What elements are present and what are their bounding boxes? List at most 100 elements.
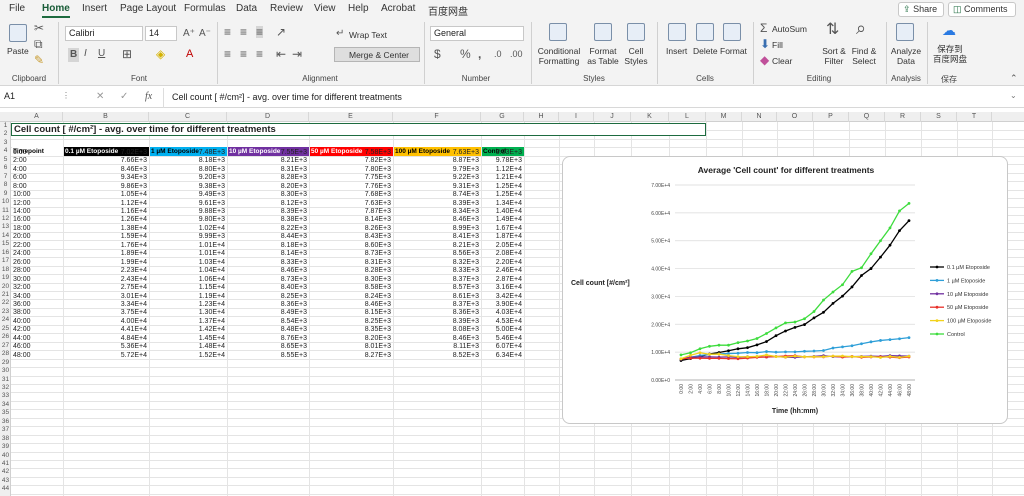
row-header[interactable]: 6: [0, 164, 11, 172]
comments-button[interactable]: ◫ Comments: [948, 2, 1016, 17]
row-header[interactable]: 37: [0, 426, 11, 434]
row-header[interactable]: 1: [0, 122, 11, 130]
value-cell[interactable]: 1.52E+4: [151, 351, 225, 360]
italic-icon[interactable]: I: [84, 48, 87, 60]
font-size-select[interactable]: 14: [145, 26, 177, 41]
column-header-n[interactable]: N: [742, 112, 777, 122]
timepoint-cell[interactable]: 48:00: [13, 351, 61, 360]
bold-icon[interactable]: B: [68, 48, 80, 62]
row-header[interactable]: 43: [0, 477, 11, 485]
column-header-o[interactable]: O: [777, 112, 813, 122]
row-header[interactable]: 39: [0, 443, 11, 451]
borders-icon[interactable]: ⊞: [122, 48, 132, 60]
row-header[interactable]: 7: [0, 173, 11, 181]
row-header[interactable]: 22: [0, 299, 11, 307]
format-cells-icon[interactable]: [723, 23, 741, 41]
row-header[interactable]: 44: [0, 485, 11, 493]
tab-insert[interactable]: Insert: [82, 3, 107, 14]
name-box[interactable]: A1: [4, 91, 62, 105]
percent-icon[interactable]: %: [460, 48, 471, 60]
formula-input[interactable]: Cell count [ #/cm²] - avg. over time for…: [172, 92, 402, 102]
cell-styles-icon[interactable]: [627, 23, 645, 41]
column-header-j[interactable]: J: [594, 112, 631, 122]
row-header[interactable]: 28: [0, 350, 11, 358]
paste-button[interactable]: Paste: [7, 46, 29, 56]
row-header[interactable]: 35: [0, 409, 11, 417]
tab-acrobat[interactable]: Acrobat: [381, 3, 415, 14]
align-top-icon[interactable]: ≡: [224, 26, 231, 38]
find-select-icon[interactable]: ⌕: [856, 19, 866, 37]
row-header[interactable]: 21: [0, 291, 11, 299]
fill-icon[interactable]: ⬇: [760, 38, 770, 50]
row-header[interactable]: 12: [0, 215, 11, 223]
tab-home[interactable]: Home: [42, 3, 70, 18]
row-header[interactable]: 29: [0, 359, 11, 367]
column-header-b[interactable]: B: [63, 112, 149, 122]
align-right-icon[interactable]: ≡: [256, 48, 263, 60]
format-painter-icon[interactable]: ✎: [34, 54, 44, 66]
merge-center-button[interactable]: Merge & Center: [334, 47, 420, 62]
orientation-icon[interactable]: ↗: [276, 26, 286, 38]
align-middle-icon[interactable]: ≡: [240, 26, 247, 38]
row-header[interactable]: 17: [0, 257, 11, 265]
delete-cells-button[interactable]: Delete: [693, 46, 718, 56]
row-header[interactable]: 13: [0, 223, 11, 231]
decrease-indent-icon[interactable]: ⇤: [276, 48, 286, 60]
column-header-i[interactable]: I: [559, 112, 594, 122]
save-baidu-button[interactable]: 保存到 百度网盘: [932, 44, 968, 64]
row-header[interactable]: 40: [0, 452, 11, 460]
cell-styles-button[interactable]: Cell Styles: [622, 46, 650, 66]
autosum-button[interactable]: AutoSum: [772, 24, 807, 34]
expand-formula-icon[interactable]: ⌄: [1010, 91, 1017, 100]
column-header-f[interactable]: F: [393, 112, 481, 122]
number-format-select[interactable]: General: [430, 26, 524, 41]
analyze-data-icon[interactable]: [896, 23, 914, 41]
insert-function-icon[interactable]: fx: [145, 91, 152, 102]
clear-icon[interactable]: ◆: [760, 54, 769, 66]
currency-icon[interactable]: $: [434, 48, 441, 60]
chart[interactable]: Average 'Cell count' for different treat…: [562, 156, 1008, 424]
column-header-k[interactable]: K: [631, 112, 669, 122]
tab-data[interactable]: Data: [236, 3, 257, 14]
row-header[interactable]: 18: [0, 266, 11, 274]
column-header-a[interactable]: A: [11, 112, 63, 122]
row-header[interactable]: 25: [0, 325, 11, 333]
column-header-l[interactable]: L: [669, 112, 706, 122]
row-header[interactable]: 10: [0, 198, 11, 206]
row-header[interactable]: 34: [0, 401, 11, 409]
column-header-d[interactable]: D: [227, 112, 309, 122]
find-select-button[interactable]: Find & Select: [848, 46, 880, 66]
fill-color-icon[interactable]: ◈: [156, 48, 165, 60]
insert-cells-icon[interactable]: [668, 23, 686, 41]
row-header[interactable]: 19: [0, 274, 11, 282]
share-button[interactable]: ⇪ Share: [898, 2, 944, 17]
autosum-icon[interactable]: Σ: [760, 22, 767, 34]
underline-icon[interactable]: U: [98, 48, 105, 60]
row-header[interactable]: 4: [0, 147, 11, 155]
row-header[interactable]: 32: [0, 384, 11, 392]
cut-icon[interactable]: ✂: [34, 22, 44, 34]
row-header[interactable]: 33: [0, 392, 11, 400]
column-header-q[interactable]: Q: [849, 112, 885, 122]
clear-button[interactable]: Clear: [772, 56, 792, 66]
conditional-formatting-icon[interactable]: [549, 23, 567, 41]
row-header[interactable]: 3: [0, 139, 11, 147]
wrap-text-button[interactable]: Wrap Text: [349, 30, 387, 40]
value-cell[interactable]: 5.72E+4: [65, 351, 147, 360]
format-cells-button[interactable]: Format: [720, 46, 747, 56]
row-header[interactable]: 9: [0, 190, 11, 198]
value-cell[interactable]: 8.52E+3: [395, 351, 479, 360]
delete-cells-icon[interactable]: [696, 23, 714, 41]
tab-baidu[interactable]: 百度网盘: [428, 3, 468, 18]
increase-font-icon[interactable]: A⁺: [183, 28, 195, 40]
row-header[interactable]: 27: [0, 342, 11, 350]
wrap-text-icon[interactable]: ↵: [336, 28, 344, 40]
column-header-g[interactable]: G: [481, 112, 524, 122]
row-header[interactable]: 2: [0, 130, 11, 138]
column-header-m[interactable]: M: [706, 112, 742, 122]
tab-review[interactable]: Review: [270, 3, 303, 14]
tab-help[interactable]: Help: [348, 3, 369, 14]
paste-icon[interactable]: [9, 24, 27, 42]
align-bottom-icon[interactable]: ≡: [256, 26, 264, 38]
row-header[interactable]: 16: [0, 249, 11, 257]
